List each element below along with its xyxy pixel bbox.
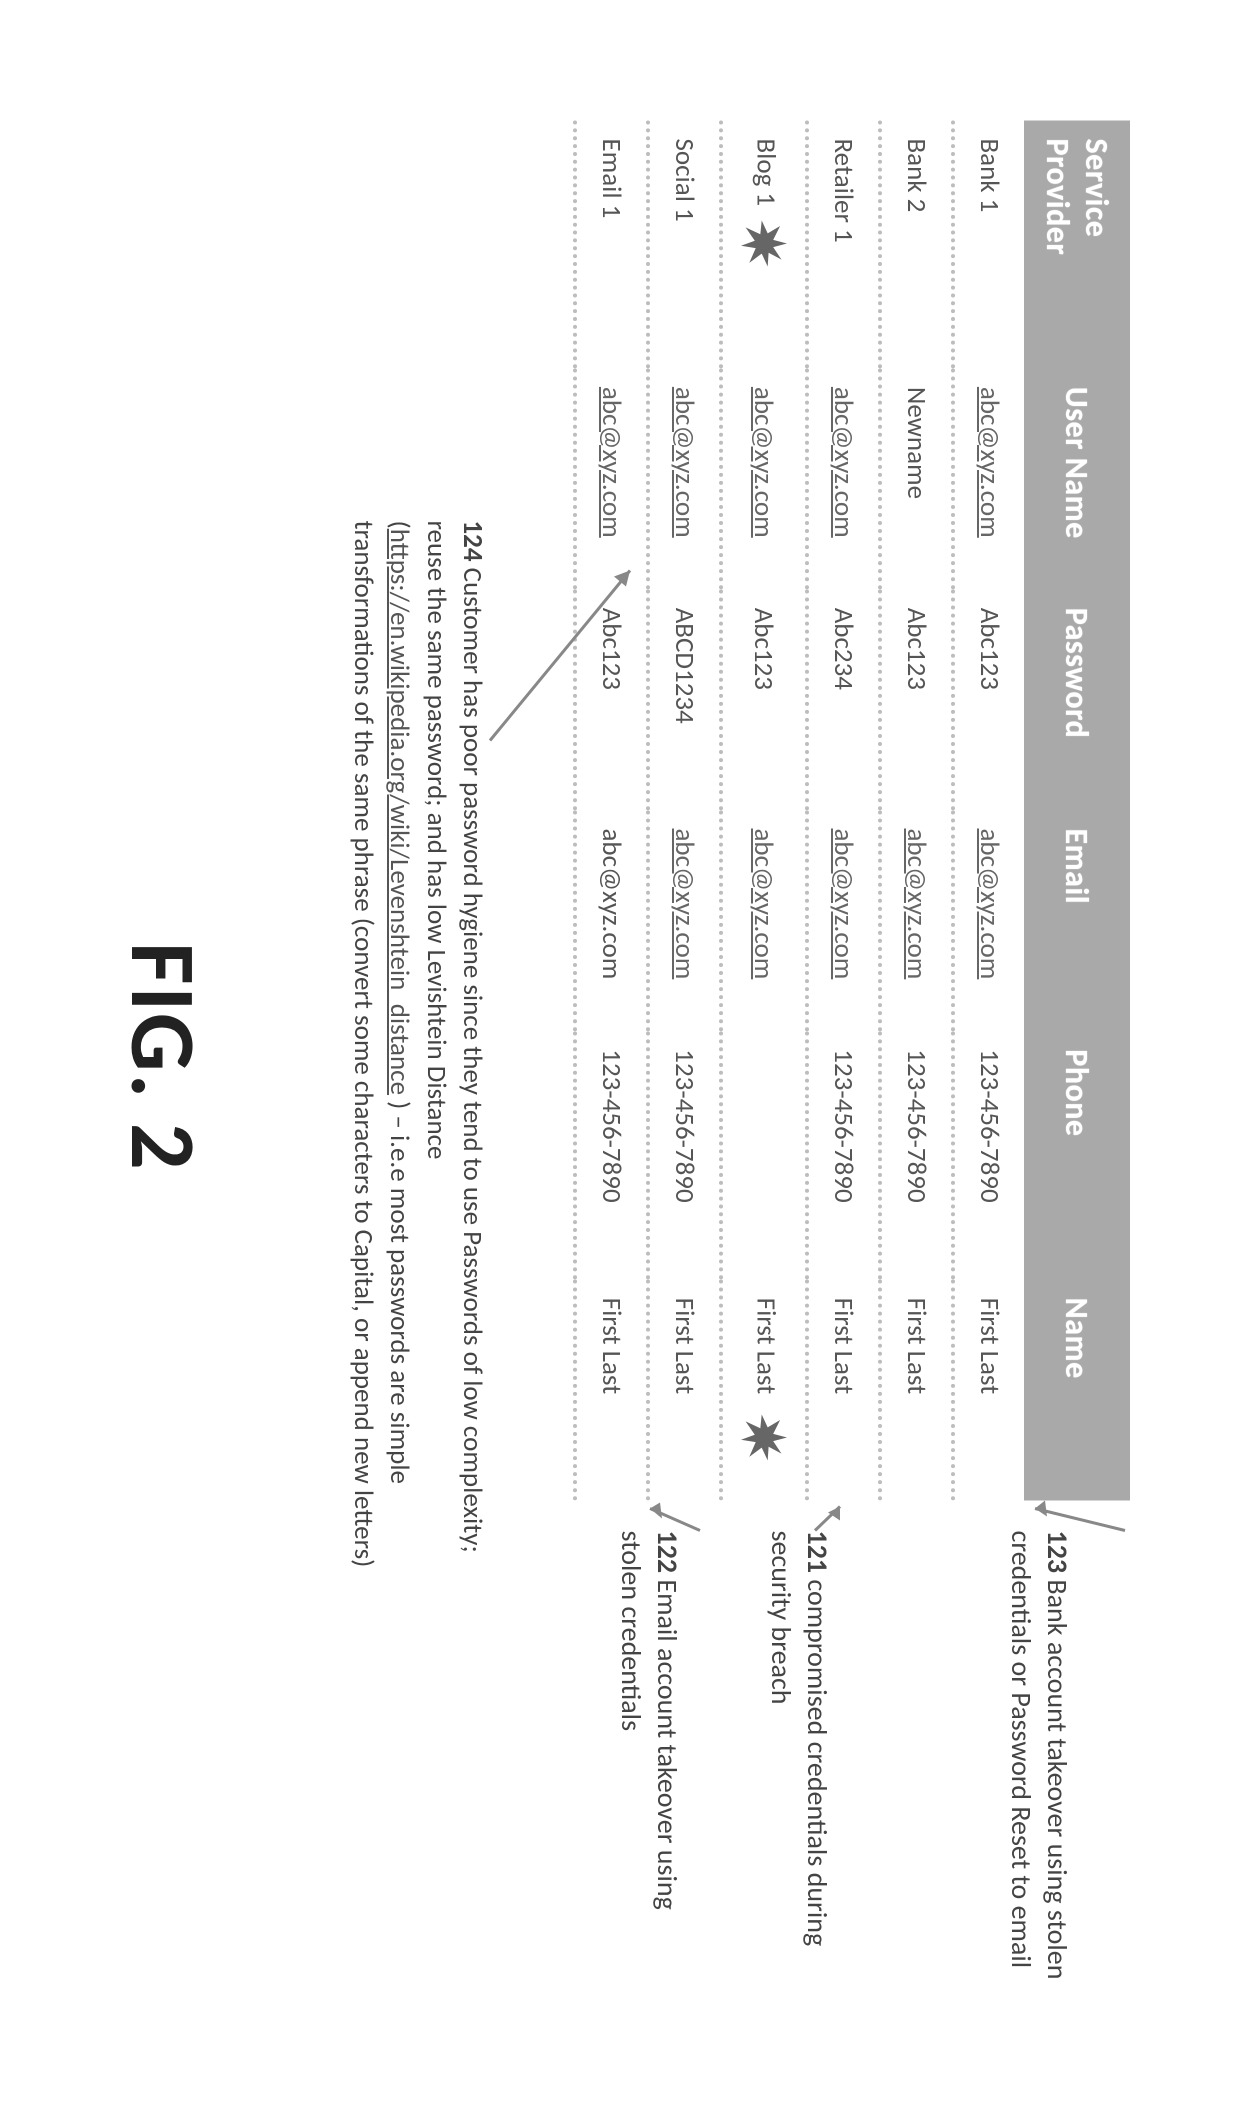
email-link[interactable]: abc@xyz.com xyxy=(668,828,701,979)
cell-user-name: abc@xyz.com xyxy=(721,368,807,589)
username-link[interactable]: abc@xyz.com xyxy=(748,386,781,537)
cell-user-name: abc@xyz.com xyxy=(807,368,880,589)
cell-text: First Last xyxy=(595,1297,628,1394)
note-124: 124 Customer has poor password hygiene s… xyxy=(344,520,490,1580)
cell-text: Social 1 xyxy=(668,138,701,221)
levenshtein-link[interactable]: https://en.wikipedia.org/wiki/Levenshtei… xyxy=(383,528,416,1094)
cell-service-provider: Bank 2 xyxy=(880,120,953,368)
credentials-table: Service Provider User Name Password Emai… xyxy=(573,120,1130,1500)
table-row: Blog 1 abc@xyz.com Abc123 abc@xyz.com First … xyxy=(721,120,807,1500)
cell-text: First Last xyxy=(750,1297,783,1394)
cell-service-provider: Bank 1 xyxy=(953,120,1024,368)
table-row: Bank 1 abc@xyz.com Abc123 abc@xyz.com 123-45… xyxy=(953,120,1024,1500)
cell-email: abc@xyz.com xyxy=(648,810,721,1031)
cell-name: First Last xyxy=(880,1279,953,1500)
username-link[interactable]: abc@xyz.com xyxy=(595,386,628,537)
cell-email: abc@xyz.com xyxy=(575,810,648,1031)
cell-phone xyxy=(721,1031,807,1279)
cell-password: ABCD1234 xyxy=(648,589,721,810)
email-link[interactable]: abc@xyz.com xyxy=(973,828,1006,979)
col-password: Password xyxy=(1024,589,1130,810)
arrow-122 xyxy=(630,1500,710,1540)
cell-name: First Last xyxy=(721,1279,807,1500)
cell-password: Abc123 xyxy=(953,589,1024,810)
annot-123-text: Bank account takeover using stolen crede… xyxy=(1004,1530,1075,1979)
cell-text: First Last xyxy=(668,1297,701,1394)
col-user-name: User Name xyxy=(1024,368,1130,589)
breach-burst-icon xyxy=(741,1414,787,1460)
cell-email: abc@xyz.com xyxy=(953,810,1024,1031)
cell-name: First Last xyxy=(953,1279,1024,1500)
breach-burst-icon xyxy=(741,220,787,266)
table-row: Email 1abc@xyz.comAbc123abc@xyz.com123-4… xyxy=(575,120,648,1500)
table-row: Retailer 1 abc@xyz.com Abc234 abc@xyz.com 12… xyxy=(807,120,880,1500)
cell-email: abc@xyz.com xyxy=(880,810,953,1031)
cell-text: Blog 1 xyxy=(750,138,783,206)
cell-text: First Last xyxy=(973,1297,1006,1394)
cell-phone: 123-456-7890 xyxy=(648,1031,721,1279)
col-email: Email xyxy=(1024,810,1130,1031)
figure-label: FIG. 2 xyxy=(107,0,220,2113)
email-link[interactable]: abc@xyz.com xyxy=(827,828,860,979)
cell-text: First Last xyxy=(827,1297,860,1394)
annot-122-text: Email account takeover using stolen cred… xyxy=(614,1530,685,1909)
note-124-num: 124 xyxy=(456,520,489,561)
cell-text: First Last xyxy=(900,1297,933,1394)
cell-text: Retailer 1 xyxy=(827,138,860,242)
cell-user-name: abc@xyz.com xyxy=(648,368,721,589)
cell-text: Email 1 xyxy=(595,138,628,218)
cell-name: First Last xyxy=(648,1279,721,1500)
cell-password: Abc234 xyxy=(807,589,880,810)
username-link[interactable]: abc@xyz.com xyxy=(973,386,1006,537)
cell-password: Abc123 xyxy=(721,589,807,810)
arrow-121 xyxy=(800,1500,870,1540)
cell-name: First Last xyxy=(575,1279,648,1500)
cell-user-name: abc@xyz.com xyxy=(575,368,648,589)
username-link[interactable]: abc@xyz.com xyxy=(668,386,701,537)
cell-name: First Last xyxy=(807,1279,880,1500)
cell-service-provider: Blog 1 xyxy=(721,120,807,368)
cell-service-provider: Social 1 xyxy=(648,120,721,368)
col-name: Name xyxy=(1024,1279,1130,1500)
arrow-123 xyxy=(1015,1500,1135,1540)
table-row: Social 1 abc@xyz.com ABCD1234 abc@xyz.com 12… xyxy=(648,120,721,1500)
cell-phone: 123-456-7890 xyxy=(575,1031,648,1279)
cell-phone: 123-456-7890 xyxy=(880,1031,953,1279)
table-row: Bank 2 NewnameAbc123 abc@xyz.com 123-456-78… xyxy=(880,120,953,1500)
cell-email: abc@xyz.com xyxy=(721,810,807,1031)
username-link[interactable]: abc@xyz.com xyxy=(827,386,860,537)
cell-service-provider: Email 1 xyxy=(575,120,648,368)
cell-text: Bank 2 xyxy=(900,138,933,212)
email-link[interactable]: abc@xyz.com xyxy=(900,828,933,979)
col-service-provider: Service Provider xyxy=(1024,120,1130,368)
cell-password: Abc123 xyxy=(880,589,953,810)
table-header-row: Service Provider User Name Password Emai… xyxy=(1024,120,1130,1500)
cell-user-name: abc@xyz.com xyxy=(953,368,1024,589)
cell-service-provider: Retailer 1 xyxy=(807,120,880,368)
cell-email: abc@xyz.com xyxy=(807,810,880,1031)
cell-text: Bank 1 xyxy=(973,138,1006,212)
cell-user-name: Newname xyxy=(880,368,953,589)
cell-phone: 123-456-7890 xyxy=(807,1031,880,1279)
email-link[interactable]: abc@xyz.com xyxy=(748,828,781,979)
col-phone: Phone xyxy=(1024,1031,1130,1279)
cell-phone: 123-456-7890 xyxy=(953,1031,1024,1279)
annot-121-text: compromised credentials during security … xyxy=(764,1530,835,1946)
arrow-124 xyxy=(480,560,640,780)
